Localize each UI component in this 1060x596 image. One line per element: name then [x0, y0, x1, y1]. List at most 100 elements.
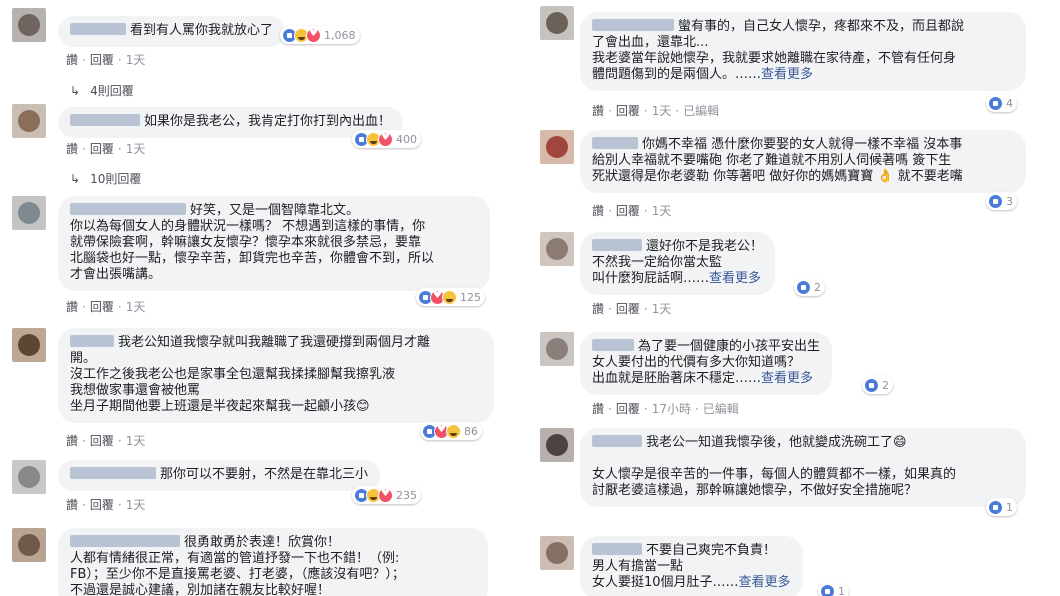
reaction-summary[interactable]: 125: [416, 288, 485, 306]
see-more-link[interactable]: 查看更多: [761, 67, 813, 82]
commenter-name-redacted[interactable]: [592, 543, 642, 555]
comment-bubble: 還好你不是我老公！ 不然我一定給你當太監 叫什麼狗屁話啊……查看更多: [580, 232, 776, 295]
view-replies-link[interactable]: ↳ 4則回覆: [70, 82, 134, 99]
reaction-count: 1: [1006, 500, 1013, 514]
reply-button[interactable]: 回覆: [90, 53, 114, 67]
commenter-name-redacted[interactable]: [592, 339, 634, 351]
commenter-name-redacted[interactable]: [70, 535, 180, 547]
comment-actions: 讚 · 回覆 · 1天: [592, 204, 672, 218]
replies-count: 4則回覆: [90, 84, 134, 98]
reaction-summary[interactable]: 3: [986, 192, 1017, 210]
comment-text: 你媽不幸福 憑什麼你要娶的女人就得一樣不幸福 沒本事 給別人幸福就不要嘴砲 你老…: [592, 137, 963, 184]
comment-bubble: 我老公一知道我懷孕後，他就變成洗碗工了😄 女人懷孕是很辛苦的一件事，每個人的體質…: [580, 428, 1026, 507]
reply-button[interactable]: 回覆: [616, 104, 640, 118]
see-more-link[interactable]: 查看更多: [709, 271, 761, 286]
edited-label[interactable]: 已編輯: [683, 104, 719, 118]
like-button[interactable]: 讚: [592, 302, 604, 316]
reaction-summary[interactable]: 1: [818, 582, 849, 596]
comment-actions: 讚 · 回覆 · 1天: [66, 498, 146, 512]
commenter-name-redacted[interactable]: [592, 239, 642, 251]
love-icon: [378, 487, 393, 503]
timestamp[interactable]: 1天: [126, 53, 146, 67]
reaction-count: 2: [882, 378, 889, 392]
avatar[interactable]: [540, 428, 574, 462]
love-icon: [306, 27, 321, 43]
comment-text: 那你可以不要射，不然是在靠北三小: [160, 467, 369, 482]
comment-text: 我老公知道我懷孕就叫我離職了我還硬撐到兩個月才離 開。 沒工作之後我老公也是家事…: [70, 335, 431, 414]
reaction-summary[interactable]: 2: [862, 376, 893, 394]
timestamp[interactable]: 1天: [652, 104, 672, 118]
reaction-count: 1,068: [324, 28, 356, 42]
like-button[interactable]: 讚: [66, 142, 78, 156]
avatar[interactable]: [12, 8, 46, 42]
like-icon: [864, 377, 879, 393]
avatar[interactable]: [12, 104, 46, 138]
like-button[interactable]: 讚: [66, 300, 78, 314]
view-replies-link[interactable]: ↳ 10則回覆: [70, 170, 141, 187]
comment-text: 看到有人罵你我就放心了: [130, 23, 274, 38]
comments-column-right: 蠻有事的，自己女人懷孕，疼都來不及，而且都說 了會出血，還靠北... 我老婆當年…: [530, 0, 1060, 596]
like-icon: [988, 499, 1003, 515]
reaction-summary[interactable]: 1,068: [280, 26, 360, 44]
avatar[interactable]: [12, 528, 46, 562]
reply-button[interactable]: 回覆: [616, 402, 640, 416]
reply-button[interactable]: 回覆: [90, 434, 114, 448]
reaction-summary[interactable]: 86: [420, 422, 482, 440]
like-button[interactable]: 讚: [592, 104, 604, 118]
comment-bubble: 看到有人罵你我就放心了: [58, 16, 286, 47]
reaction-count: 235: [396, 488, 417, 502]
commenter-name-redacted[interactable]: [70, 114, 140, 126]
like-button[interactable]: 讚: [66, 53, 78, 67]
timestamp[interactable]: 1天: [126, 300, 146, 314]
reaction-summary[interactable]: 1: [986, 498, 1017, 516]
love-icon: [378, 131, 393, 147]
commenter-name-redacted[interactable]: [70, 23, 126, 35]
haha-icon: [446, 423, 461, 439]
timestamp[interactable]: 1天: [126, 498, 146, 512]
reply-arrow-icon: ↳: [70, 172, 81, 186]
avatar[interactable]: [540, 130, 574, 164]
commenter-name-redacted[interactable]: [70, 203, 186, 215]
avatar[interactable]: [540, 332, 574, 366]
timestamp[interactable]: 17小時: [652, 402, 691, 416]
reply-button[interactable]: 回覆: [90, 300, 114, 314]
like-icon: [988, 95, 1003, 111]
like-button[interactable]: 讚: [592, 204, 604, 218]
comment-actions: 讚 · 回覆 · 17小時 · 已編輯: [592, 402, 739, 416]
avatar[interactable]: [12, 328, 46, 362]
reaction-summary[interactable]: 2: [794, 278, 825, 296]
timestamp[interactable]: 1天: [126, 142, 146, 156]
commenter-name-redacted[interactable]: [592, 19, 674, 31]
reply-arrow-icon: ↳: [70, 84, 81, 98]
avatar[interactable]: [12, 460, 46, 494]
commenter-name-redacted[interactable]: [70, 467, 156, 479]
reaction-summary[interactable]: 400: [352, 130, 421, 148]
avatar[interactable]: [540, 536, 574, 570]
commenter-name-redacted[interactable]: [70, 335, 114, 347]
edited-label[interactable]: 已編輯: [703, 402, 739, 416]
reaction-summary[interactable]: 4: [986, 94, 1017, 112]
see-more-link[interactable]: 查看更多: [761, 371, 813, 386]
reply-button[interactable]: 回覆: [90, 142, 114, 156]
like-button[interactable]: 讚: [66, 498, 78, 512]
commenter-name-redacted[interactable]: [592, 435, 642, 447]
see-more-link[interactable]: 查看更多: [739, 575, 791, 590]
reply-button[interactable]: 回覆: [616, 302, 640, 316]
like-button[interactable]: 讚: [592, 402, 604, 416]
reaction-count: 125: [460, 290, 481, 304]
reaction-count: 4: [1006, 96, 1013, 110]
avatar[interactable]: [540, 232, 574, 266]
comment-bubble: 那你可以不要射，不然是在靠北三小: [58, 460, 381, 491]
reply-button[interactable]: 回覆: [616, 204, 640, 218]
timestamp[interactable]: 1天: [126, 434, 146, 448]
commenter-name-redacted[interactable]: [592, 137, 638, 149]
like-icon: [796, 279, 811, 295]
timestamp[interactable]: 1天: [652, 204, 672, 218]
avatar[interactable]: [12, 196, 46, 230]
reaction-summary[interactable]: 235: [352, 486, 421, 504]
avatar[interactable]: [540, 6, 574, 40]
timestamp[interactable]: 1天: [652, 302, 672, 316]
reply-button[interactable]: 回覆: [90, 498, 114, 512]
reaction-count: 2: [814, 280, 821, 294]
like-button[interactable]: 讚: [66, 434, 78, 448]
